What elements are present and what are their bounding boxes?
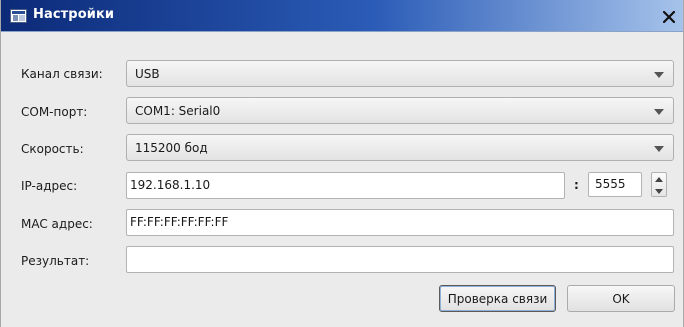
speed-value: 115200 бод (135, 141, 208, 155)
com-port-label: COM-порт: (21, 105, 88, 119)
spin-down-button[interactable] (652, 185, 666, 197)
chevron-down-icon (654, 146, 664, 152)
ip-label: IP-адрес: (21, 179, 78, 193)
channel-select[interactable]: USB (126, 60, 674, 87)
close-button[interactable] (660, 8, 677, 25)
dialog-title: Настройки (33, 7, 115, 22)
chevron-down-icon (654, 109, 664, 115)
chevron-down-icon (654, 72, 664, 78)
com-port-value: COM1: Serial0 (135, 104, 221, 118)
arrow-down-icon (655, 188, 663, 194)
app-window-icon (10, 9, 27, 23)
port-spinbox[interactable]: 5555 (588, 172, 642, 197)
port-stepper[interactable] (651, 172, 667, 197)
title-bar[interactable]: Настройки (1, 0, 683, 32)
speed-label: Скорость: (21, 142, 84, 156)
settings-dialog: Настройки Канал связи: USB COM-порт: COM… (0, 0, 684, 327)
spin-up-button[interactable] (652, 173, 666, 185)
port-separator: : (574, 178, 579, 192)
result-label: Результат: (21, 254, 90, 268)
ip-address-value: 192.168.1.10 (130, 178, 211, 192)
speed-select[interactable]: 115200 бод (126, 134, 674, 161)
mac-address-input[interactable]: FF:FF:FF:FF:FF:FF (126, 209, 674, 236)
ok-button[interactable]: OK (567, 285, 675, 312)
check-connection-button[interactable]: Проверка связи (439, 285, 556, 312)
close-icon (662, 10, 675, 23)
ip-address-input[interactable]: 192.168.1.10 (126, 172, 565, 199)
result-field[interactable] (126, 246, 674, 273)
mac-label: MAC адрес: (21, 217, 93, 231)
mac-address-value: FF:FF:FF:FF:FF:FF (130, 215, 229, 229)
channel-value: USB (135, 67, 160, 81)
arrow-up-icon (655, 176, 663, 182)
port-value: 5555 (595, 177, 626, 191)
com-port-select[interactable]: COM1: Serial0 (126, 97, 674, 124)
channel-label: Канал связи: (21, 67, 103, 81)
